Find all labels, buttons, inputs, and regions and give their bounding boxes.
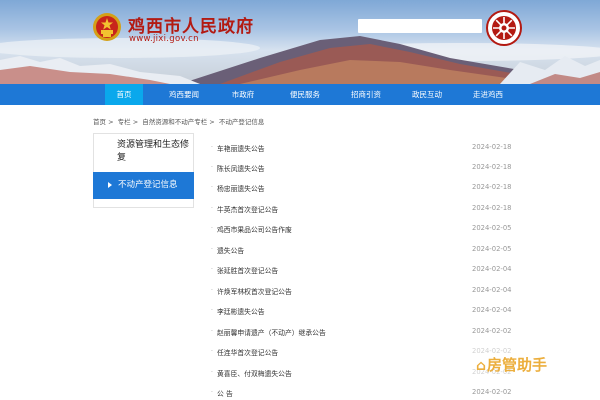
search-input[interactable] bbox=[358, 19, 482, 33]
breadcrumb: 首页 > 专栏 > 自然资源和不动产专栏 > 不动产登记信息 bbox=[93, 116, 264, 126]
bullet-icon: · bbox=[211, 307, 213, 314]
breadcrumb-column[interactable]: 专栏 bbox=[118, 118, 131, 126]
house-icon: ⌂ bbox=[476, 358, 487, 374]
bullet-icon: · bbox=[211, 348, 213, 355]
breadcrumb-separator: > bbox=[132, 118, 139, 126]
nav-item-about-jixi[interactable]: 走进鸡西 bbox=[466, 84, 510, 105]
breadcrumb-natural-resources[interactable]: 自然资源和不动产专栏 bbox=[142, 118, 207, 126]
breadcrumb-separator: > bbox=[108, 118, 114, 126]
article-date: 2024-02-18 bbox=[472, 143, 512, 151]
list-item[interactable]: · 车艳丽遗失公告 2024-02-18 bbox=[211, 141, 512, 155]
article-title[interactable]: 牛英杰首次登记公告 bbox=[217, 204, 278, 214]
nav-item-home[interactable]: 首页 bbox=[105, 84, 143, 105]
bullet-icon: · bbox=[211, 184, 213, 191]
bullet-icon: · bbox=[211, 246, 213, 253]
article-date: 2024-02-05 bbox=[472, 245, 512, 253]
list-item[interactable]: · 牛英杰首次登记公告 2024-02-18 bbox=[211, 202, 512, 216]
list-item[interactable]: · 李廷彬遗失公告 2024-02-04 bbox=[211, 304, 512, 318]
list-item[interactable]: · 张延胜首次登记公告 2024-02-04 bbox=[211, 263, 512, 277]
article-title[interactable]: 赵丽馨申请遗产（不动产）继承公告 bbox=[217, 327, 326, 337]
article-title[interactable]: 陈长凤遗失公告 bbox=[217, 163, 265, 173]
article-date: 2024-02-18 bbox=[472, 204, 512, 212]
national-emblem-icon bbox=[92, 12, 122, 42]
bullet-icon: · bbox=[211, 369, 213, 376]
bullet-icon: · bbox=[211, 225, 213, 232]
list-item[interactable]: · 公 告 2024-02-02 bbox=[211, 386, 512, 400]
article-date: 2024-02-04 bbox=[472, 286, 512, 294]
caret-right-icon bbox=[108, 182, 112, 188]
list-item[interactable]: · 赵丽馨申请遗产（不动产）继承公告 2024-02-02 bbox=[211, 325, 512, 339]
article-title[interactable]: 许焕军林权首次登记公告 bbox=[217, 286, 292, 296]
bullet-icon: · bbox=[211, 266, 213, 273]
article-title[interactable]: 张延胜首次登记公告 bbox=[217, 265, 278, 275]
site-url: www.jixi.gov.cn bbox=[129, 34, 199, 44]
breadcrumb-home[interactable]: 首页 bbox=[93, 118, 106, 126]
bullet-icon: · bbox=[211, 328, 213, 335]
list-item[interactable]: · 陈长凤遗失公告 2024-02-18 bbox=[211, 161, 512, 175]
list-item[interactable]: · 遗失公告 2024-02-05 bbox=[211, 243, 512, 257]
bullet-icon: · bbox=[211, 164, 213, 171]
search-button[interactable] bbox=[486, 10, 522, 46]
article-title[interactable]: 李廷彬遗失公告 bbox=[217, 306, 265, 316]
list-item[interactable]: · 任连华首次登记公告 2024-02-02 bbox=[211, 345, 512, 359]
sidebar-item-label: 不动产登记信息 bbox=[118, 180, 178, 190]
article-date: 2024-02-18 bbox=[472, 183, 512, 191]
nav-item-investment[interactable]: 招商引资 bbox=[344, 84, 388, 105]
article-title[interactable]: 黄喜臣、付双梅遗失公告 bbox=[217, 368, 292, 378]
breadcrumb-separator: > bbox=[209, 118, 215, 126]
sidebar-group-title[interactable]: 资源管理和生态修复 bbox=[117, 139, 192, 165]
bullet-icon: · bbox=[211, 287, 213, 294]
breadcrumb-current[interactable]: 不动产登记信息 bbox=[219, 118, 265, 126]
nav-item-city-government[interactable]: 市政府 bbox=[224, 84, 262, 105]
article-title[interactable]: 鸡西市果品公司公告作废 bbox=[217, 224, 292, 234]
list-item[interactable]: · 黄喜臣、付双梅遗失公告 2024-02-02 bbox=[211, 366, 512, 380]
article-title[interactable]: 公 告 bbox=[217, 388, 233, 398]
bullet-icon: · bbox=[211, 205, 213, 212]
watermark-text: 房管助手 bbox=[487, 356, 548, 374]
article-date: 2024-02-04 bbox=[472, 306, 512, 314]
article-date: 2024-02-18 bbox=[472, 163, 512, 171]
list-item[interactable]: · 许焕军林权首次登记公告 2024-02-04 bbox=[211, 284, 512, 298]
sidebar-item-real-estate-registration[interactable]: 不动产登记信息 bbox=[93, 172, 194, 199]
nav-item-jixi-news[interactable]: 鸡西要闻 bbox=[162, 84, 206, 105]
article-date: 2024-02-05 bbox=[472, 224, 512, 232]
article-date: 2024-02-02 bbox=[472, 388, 512, 396]
list-item[interactable]: · 杨忠丽遗失公告 2024-02-18 bbox=[211, 181, 512, 195]
header-banner: 鸡西市人民政府 www.jixi.gov.cn bbox=[0, 0, 600, 84]
list-item[interactable]: · 鸡西市果品公司公告作废 2024-02-05 bbox=[211, 222, 512, 236]
gear-icon bbox=[492, 16, 516, 40]
article-title[interactable]: 杨忠丽遗失公告 bbox=[217, 183, 265, 193]
bullet-icon: · bbox=[211, 389, 213, 396]
main-nav: 首页 鸡西要闻 市政府 便民服务 招商引资 政民互动 走进鸡西 bbox=[0, 84, 600, 105]
bullet-icon: · bbox=[211, 144, 213, 151]
article-date: 2024-02-04 bbox=[472, 265, 512, 273]
nav-item-citizen-interaction[interactable]: 政民互动 bbox=[405, 84, 449, 105]
nav-item-public-services[interactable]: 便民服务 bbox=[283, 84, 327, 105]
article-title[interactable]: 任连华首次登记公告 bbox=[217, 347, 278, 357]
article-date: 2024-02-02 bbox=[472, 327, 512, 335]
article-title[interactable]: 遗失公告 bbox=[217, 245, 244, 255]
article-title[interactable]: 车艳丽遗失公告 bbox=[217, 143, 265, 153]
watermark: ⌂房管助手 bbox=[468, 348, 594, 382]
